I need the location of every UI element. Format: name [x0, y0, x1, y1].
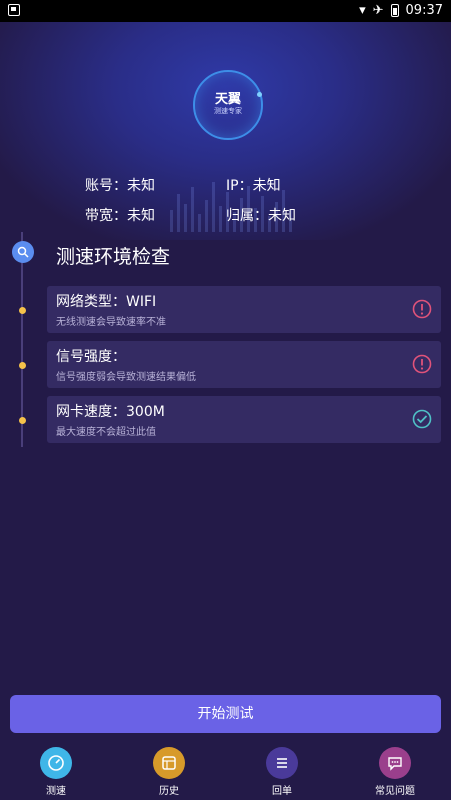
status-bar: ▾ ✈ 09:37: [0, 0, 451, 22]
wifi-icon: ▾: [359, 3, 366, 18]
check-title: 网络类型：WIFI: [56, 294, 157, 310]
warning-icon: [412, 299, 432, 319]
ip-info: IP：未知: [226, 178, 281, 194]
nav-item-speed[interactable]: 测速: [16, 742, 96, 797]
timeline-line: [21, 232, 23, 447]
speed-icon: [40, 747, 72, 779]
check-description: 最大速度不会超过此值: [56, 427, 156, 438]
search-icon: [12, 241, 34, 263]
nav-label: 测速: [46, 786, 66, 797]
nav-label: 常见问题: [375, 786, 415, 797]
section-title: 测速环境检查: [56, 246, 171, 268]
account-info: 账号：未知: [85, 178, 155, 194]
check-description: 无线测速会导致速率不准: [56, 317, 166, 328]
check-title: 网卡速度：300M: [56, 404, 165, 420]
check-card-network-type[interactable]: 网络类型：WIFI 无线测速会导致速率不准: [47, 286, 441, 333]
airplane-icon: ✈: [372, 3, 384, 18]
nav-item-faq[interactable]: 常见问题: [355, 742, 435, 797]
start-test-button[interactable]: 开始测试: [10, 695, 441, 733]
status-time: 09:37: [405, 3, 443, 18]
notification-icon: [8, 4, 20, 16]
logo-subtitle: 测速专家: [214, 107, 242, 115]
warning-icon: [412, 354, 432, 374]
nav-item-receipt[interactable]: 回单: [242, 742, 322, 797]
timeline-dot: [19, 417, 26, 424]
bandwidth-info: 带宽：未知: [85, 208, 155, 224]
faq-icon: [379, 747, 411, 779]
bottom-nav: 测速 历史 回单 常见问题: [0, 742, 451, 800]
check-card-signal-strength[interactable]: 信号强度： 信号强度弱会导致测速结果偏低: [47, 341, 441, 388]
check-ok-icon: [412, 409, 432, 429]
check-card-nic-speed[interactable]: 网卡速度：300M 最大速度不会超过此值: [47, 396, 441, 443]
timeline-dot: [19, 362, 26, 369]
nav-label: 历史: [159, 786, 179, 797]
nav-label: 回单: [272, 786, 292, 797]
receipt-icon: [266, 747, 298, 779]
timeline-dot: [19, 307, 26, 314]
nav-item-history[interactable]: 历史: [129, 742, 209, 797]
history-icon: [153, 747, 185, 779]
logo-title: 天翼: [214, 92, 241, 107]
location-info: 归属：未知: [226, 208, 296, 224]
battery-icon: [390, 4, 399, 17]
check-description: 信号强度弱会导致测速结果偏低: [56, 372, 196, 383]
check-title: 信号强度：: [56, 349, 126, 365]
